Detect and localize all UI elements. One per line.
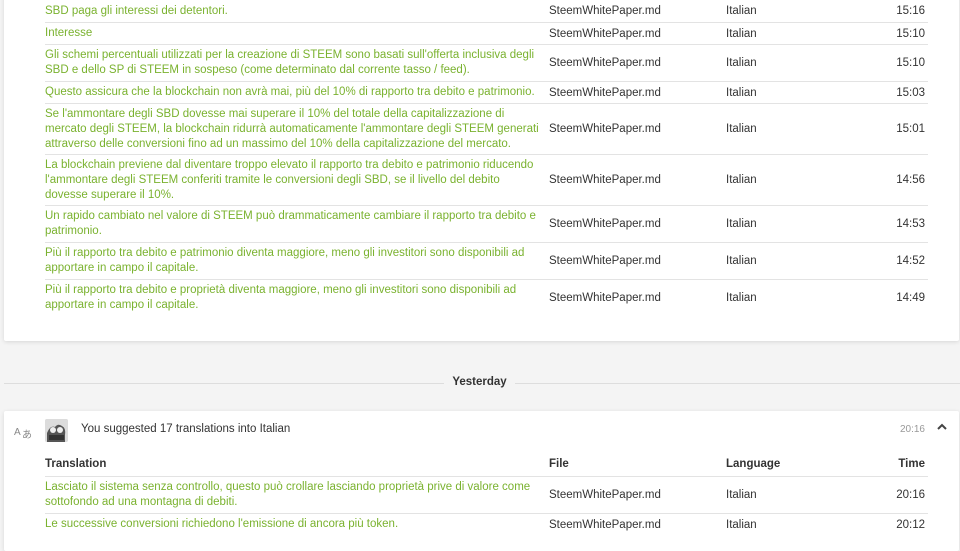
table-row[interactable]: Più il rapporto tra debito e patrimonio … <box>45 243 928 280</box>
table-row[interactable]: Più il rapporto tra debito e proprietà d… <box>45 280 928 316</box>
column-header-time[interactable]: Time <box>898 458 925 470</box>
column-header-file[interactable]: File <box>549 458 569 470</box>
translation-text[interactable]: Interesse <box>45 26 545 41</box>
table-row[interactable]: Interesse SteemWhitePaper.md Italian 15:… <box>45 23 928 45</box>
translation-text[interactable]: Le successive conversioni richiedono l'e… <box>45 517 545 532</box>
file-name: SteemWhitePaper.md <box>549 292 661 304</box>
svg-text:あ: あ <box>22 429 32 440</box>
activity-timestamp: 20:16 <box>899 424 925 435</box>
table-row[interactable]: Gli schemi percentuali utilizzati per la… <box>45 45 928 82</box>
column-header-translation[interactable]: Translation <box>45 458 106 470</box>
translation-text[interactable]: Lasciato il sistema senza controllo, que… <box>45 480 545 510</box>
translation-text[interactable]: Se l'ammontare degli SBD dovesse mai sup… <box>45 107 545 152</box>
date-divider-label: Yesterday <box>452 376 507 388</box>
time: 15:10 <box>896 57 925 69</box>
time: 15:03 <box>896 86 925 99</box>
svg-text:A: A <box>14 427 21 438</box>
language: Italian <box>726 174 757 186</box>
file-name: SteemWhitePaper.md <box>549 255 661 267</box>
table-row[interactable]: Le successive conversioni richiedono l'e… <box>45 514 928 535</box>
translation-text[interactable]: Più il rapporto tra debito e proprietà d… <box>45 283 545 313</box>
column-header-language[interactable]: Language <box>726 458 780 470</box>
table-row[interactable]: La blockchain previene dal diventare tro… <box>45 155 928 206</box>
time: 20:12 <box>896 518 925 531</box>
time: 15:16 <box>896 5 925 17</box>
table-header: Translation File Language Time <box>45 453 928 477</box>
language: Italian <box>726 489 757 501</box>
translation-text[interactable]: SBD paga gli interessi dei detentori. <box>45 4 545 19</box>
translate-icon: A あ <box>14 424 32 441</box>
file-name: SteemWhitePaper.md <box>549 218 661 230</box>
language: Italian <box>726 518 757 531</box>
file-name: SteemWhitePaper.md <box>549 27 661 40</box>
table-row[interactable]: Se l'ammontare degli SBD dovesse mai sup… <box>45 104 928 155</box>
table-row[interactable]: Lasciato il sistema senza controllo, que… <box>45 477 928 514</box>
file-name: SteemWhitePaper.md <box>549 57 661 69</box>
date-divider: Yesterday <box>0 376 960 388</box>
file-name: SteemWhitePaper.md <box>549 5 661 17</box>
file-name: SteemWhitePaper.md <box>549 518 661 531</box>
activity-card-earlier: SBD paga gli interessi dei detentori. St… <box>4 0 959 341</box>
time: 14:49 <box>896 292 925 304</box>
activity-card-yesterday: A あ You suggested 17 translations into I… <box>4 411 959 551</box>
translation-text[interactable]: La blockchain previene dal diventare tro… <box>45 158 545 203</box>
time: 14:52 <box>896 255 925 267</box>
divider-line <box>4 383 444 384</box>
language: Italian <box>726 27 757 40</box>
time: 15:01 <box>896 123 925 135</box>
file-name: SteemWhitePaper.md <box>549 123 661 135</box>
table-row[interactable]: SBD paga gli interessi dei detentori. St… <box>45 0 928 23</box>
translation-text[interactable]: Gli schemi percentuali utilizzati per la… <box>45 48 545 78</box>
chevron-up-icon[interactable] <box>935 420 949 434</box>
table-row[interactable]: Un rapido cambiato nel valore di STEEM p… <box>45 206 928 243</box>
time: 15:10 <box>896 27 925 40</box>
time: 20:16 <box>896 489 925 501</box>
language: Italian <box>726 86 757 99</box>
translation-text[interactable]: Questo assicura che la blockchain non av… <box>45 85 545 100</box>
file-name: SteemWhitePaper.md <box>549 174 661 186</box>
divider-line <box>515 383 960 384</box>
file-name: SteemWhitePaper.md <box>549 489 661 501</box>
language: Italian <box>726 57 757 69</box>
translation-text[interactable]: Un rapido cambiato nel valore di STEEM p… <box>45 209 545 239</box>
language: Italian <box>726 123 757 135</box>
avatar[interactable] <box>45 419 68 442</box>
language: Italian <box>726 5 757 17</box>
language: Italian <box>726 255 757 267</box>
table-row[interactable]: Questo assicura che la blockchain non av… <box>45 82 928 104</box>
file-name: SteemWhitePaper.md <box>549 86 661 99</box>
translation-text[interactable]: Più il rapporto tra debito e patrimonio … <box>45 246 545 276</box>
language: Italian <box>726 218 757 230</box>
time: 14:56 <box>896 174 925 186</box>
language: Italian <box>726 292 757 304</box>
time: 14:53 <box>896 218 925 230</box>
activity-summary: You suggested 17 translations into Itali… <box>81 423 291 435</box>
